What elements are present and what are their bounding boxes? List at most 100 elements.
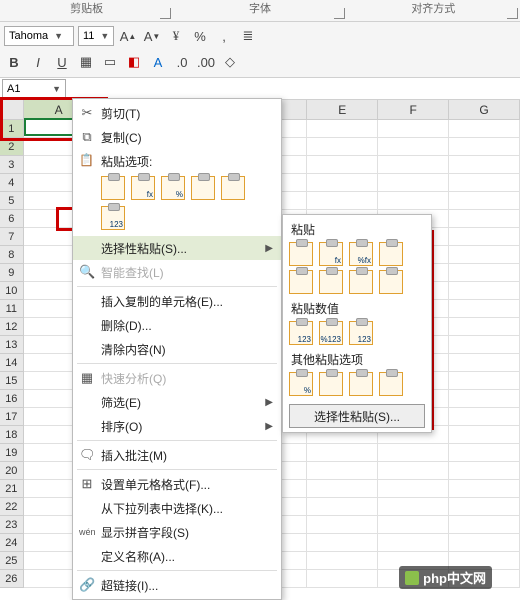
cell[interactable] [307, 192, 378, 210]
paste-option[interactable] [379, 242, 403, 266]
bold-button[interactable]: B [4, 52, 24, 72]
paste-special-item[interactable]: 选择性粘贴(S)...▶ [73, 236, 281, 260]
cell[interactable] [449, 120, 520, 138]
cell[interactable] [378, 498, 449, 516]
cell[interactable] [378, 120, 449, 138]
row-header[interactable]: 3 [0, 156, 24, 174]
cell[interactable] [307, 156, 378, 174]
cell[interactable] [449, 192, 520, 210]
cell[interactable] [307, 120, 378, 138]
cell[interactable] [307, 138, 378, 156]
show-phonetic-item[interactable]: wén显示拼音字段(S) [73, 520, 281, 544]
row-header[interactable]: 15 [0, 372, 24, 390]
paste-option[interactable]: %fx [349, 242, 373, 266]
pick-from-list-item[interactable]: 从下拉列表中选择(K)... [73, 496, 281, 520]
cell[interactable] [449, 534, 520, 552]
paste-option[interactable] [289, 270, 313, 294]
cell[interactable] [449, 462, 520, 480]
row-header[interactable]: 12 [0, 318, 24, 336]
paste-option[interactable] [289, 242, 313, 266]
cut-item[interactable]: ✂剪切(T) [73, 101, 281, 125]
paste-option[interactable] [379, 270, 403, 294]
paste-option[interactable] [349, 372, 373, 396]
cell[interactable] [449, 426, 520, 444]
paste-option[interactable] [191, 176, 215, 200]
row-header[interactable]: 5 [0, 192, 24, 210]
currency-button[interactable]: ¥ [166, 26, 186, 46]
row-header[interactable]: 9 [0, 264, 24, 282]
cell[interactable] [449, 444, 520, 462]
cell[interactable] [378, 516, 449, 534]
cell[interactable] [378, 156, 449, 174]
increase-decimal-button[interactable]: .00 [196, 52, 216, 72]
paste-option[interactable] [319, 372, 343, 396]
row-header[interactable]: 10 [0, 282, 24, 300]
percent-button[interactable]: % [190, 26, 210, 46]
col-header-F[interactable]: F [378, 100, 449, 120]
row-header[interactable]: 17 [0, 408, 24, 426]
paste-option[interactable]: 123 [349, 321, 373, 345]
row-header[interactable]: 16 [0, 390, 24, 408]
row-header[interactable]: 20 [0, 462, 24, 480]
row-header[interactable]: 23 [0, 516, 24, 534]
row-header[interactable]: 22 [0, 498, 24, 516]
cell[interactable] [378, 138, 449, 156]
row-header[interactable]: 25 [0, 552, 24, 570]
comma-button[interactable]: , [214, 26, 234, 46]
row-header[interactable]: 13 [0, 336, 24, 354]
define-name-item[interactable]: 定义名称(A)... [73, 544, 281, 568]
delete-item[interactable]: 删除(D)... [73, 313, 281, 337]
cell[interactable] [307, 444, 378, 462]
select-all-corner[interactable] [0, 100, 24, 120]
cell[interactable] [449, 228, 520, 246]
paste-option[interactable] [379, 372, 403, 396]
font-size-select[interactable]: 11▼ [78, 26, 114, 46]
cell[interactable] [449, 498, 520, 516]
cell[interactable] [449, 138, 520, 156]
cell[interactable] [307, 480, 378, 498]
row-header[interactable]: 2 [0, 138, 24, 156]
cell[interactable] [378, 174, 449, 192]
cell[interactable] [449, 246, 520, 264]
font-name-select[interactable]: Tahoma▼ [4, 26, 74, 46]
col-header-G[interactable]: G [449, 100, 520, 120]
cell[interactable] [378, 480, 449, 498]
row-header[interactable]: 11 [0, 300, 24, 318]
paste-option[interactable]: 123 [101, 206, 125, 230]
row-header[interactable]: 8 [0, 246, 24, 264]
insert-copied-cells-item[interactable]: 插入复制的单元格(E)... [73, 289, 281, 313]
font-color-button[interactable]: A [148, 52, 168, 72]
row-header[interactable]: 7 [0, 228, 24, 246]
paste-option[interactable]: % [289, 372, 313, 396]
cell[interactable] [307, 552, 378, 570]
name-box[interactable]: A1▼ [2, 79, 66, 99]
shrink-font-button[interactable]: A▼ [142, 26, 162, 46]
cell[interactable] [378, 444, 449, 462]
row-header[interactable]: 14 [0, 354, 24, 372]
row-header[interactable]: 19 [0, 444, 24, 462]
cell[interactable] [307, 516, 378, 534]
italic-button[interactable]: I [28, 52, 48, 72]
insert-comment-item[interactable]: 🗨插入批注(M) [73, 443, 281, 467]
sort-item[interactable]: 排序(O)▶ [73, 414, 281, 438]
row-header[interactable]: 1 [0, 120, 24, 138]
wrap-text-button[interactable]: ≣ [238, 26, 258, 46]
paste-option[interactable]: fx [131, 176, 155, 200]
cell[interactable] [307, 498, 378, 516]
cell[interactable] [449, 264, 520, 282]
row-header[interactable]: 24 [0, 534, 24, 552]
cell[interactable] [449, 480, 520, 498]
paste-option[interactable]: 123 [289, 321, 313, 345]
cell[interactable] [449, 516, 520, 534]
row-header[interactable]: 21 [0, 480, 24, 498]
decrease-decimal-button[interactable]: .0 [172, 52, 192, 72]
cell[interactable] [449, 174, 520, 192]
cell[interactable] [378, 462, 449, 480]
col-header-E[interactable]: E [307, 100, 378, 120]
cell[interactable] [449, 300, 520, 318]
border-button[interactable]: ▦ [76, 52, 96, 72]
cell[interactable] [307, 570, 378, 588]
merge-button[interactable]: ▭ [100, 52, 120, 72]
row-header[interactable]: 18 [0, 426, 24, 444]
cell[interactable] [449, 282, 520, 300]
